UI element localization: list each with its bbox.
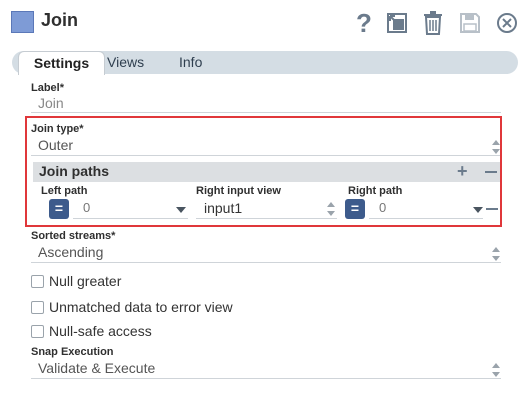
snap-execution-stepper-icon bbox=[492, 363, 500, 377]
snap-execution-value: Validate & Execute bbox=[38, 360, 156, 376]
tab-settings[interactable]: Settings bbox=[18, 51, 105, 75]
dialog-header: Join ? bbox=[0, 0, 527, 46]
tab-views[interactable]: Views bbox=[107, 51, 144, 74]
unmatched-data-label: Unmatched data to error view bbox=[49, 299, 233, 315]
save-icon bbox=[460, 13, 480, 33]
snap-icon bbox=[11, 11, 34, 33]
dialog-title: Join bbox=[41, 10, 79, 30]
sorted-streams-value: Ascending bbox=[38, 244, 104, 260]
sorted-streams-stepper-icon bbox=[492, 247, 500, 261]
help-button[interactable]: ? bbox=[351, 9, 377, 37]
unmatched-data-option[interactable]: Unmatched data to error view bbox=[31, 298, 233, 316]
tab-bar: Settings Views Info bbox=[12, 51, 518, 75]
label-field-label: Label* bbox=[31, 82, 65, 94]
export-icon bbox=[387, 13, 407, 33]
null-safe-access-label: Null-safe access bbox=[49, 323, 152, 339]
tab-info[interactable]: Info bbox=[179, 51, 202, 74]
sorted-streams-label: Sorted streams* bbox=[31, 230, 116, 242]
save-button[interactable] bbox=[457, 9, 483, 37]
close-button[interactable] bbox=[494, 9, 520, 37]
unmatched-data-checkbox[interactable] bbox=[31, 300, 44, 314]
null-safe-access-option[interactable]: Null-safe access bbox=[31, 322, 152, 340]
null-safe-access-checkbox[interactable] bbox=[31, 324, 44, 338]
label-field-value: Join bbox=[38, 95, 64, 111]
delete-button[interactable] bbox=[420, 9, 446, 37]
null-greater-label: Null greater bbox=[49, 273, 122, 289]
null-greater-checkbox[interactable] bbox=[31, 274, 44, 288]
snap-execution-select[interactable]: Validate & Execute bbox=[31, 359, 501, 379]
close-icon bbox=[497, 13, 517, 33]
trash-icon bbox=[424, 11, 442, 35]
null-greater-option[interactable]: Null greater bbox=[31, 272, 121, 290]
highlight-box bbox=[25, 116, 502, 227]
export-button[interactable] bbox=[384, 9, 410, 37]
label-field[interactable]: Join bbox=[31, 95, 501, 113]
snap-execution-label: Snap Execution bbox=[31, 346, 114, 358]
sorted-streams-select[interactable]: Ascending bbox=[31, 243, 501, 263]
